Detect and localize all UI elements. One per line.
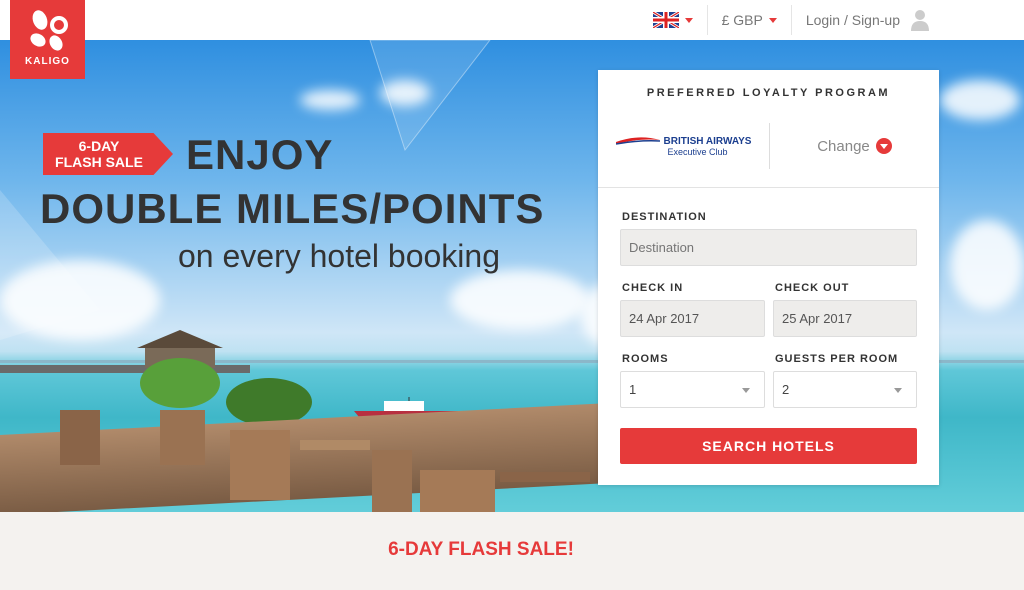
language-selector[interactable] xyxy=(639,5,707,35)
flash-sale-tag: 6-DAY FLASH SALE xyxy=(43,133,173,175)
guests-label: GUESTS PER ROOM xyxy=(775,353,899,365)
program-name: BRITISH AIRWAYS xyxy=(663,135,752,147)
divider xyxy=(598,187,939,188)
guests-select[interactable]: 2 xyxy=(773,371,917,408)
ba-speedmarque-icon xyxy=(615,137,660,145)
currency-label: £ GBP xyxy=(721,12,763,28)
kaligo-logo[interactable]: KALIGO xyxy=(10,0,85,79)
rooms-value: 1 xyxy=(629,382,637,397)
search-hotels-button[interactable]: SEARCH HOTELS xyxy=(620,428,917,464)
loyalty-title: PREFERRED LOYALTY PROGRAM xyxy=(646,87,891,99)
checkin-label: CHECK IN xyxy=(622,282,684,294)
booking-panel: PREFERRED LOYALTY PROGRAM BRITISH AIRWAY… xyxy=(598,70,939,485)
checkout-input[interactable]: 25 Apr 2017 xyxy=(773,300,917,337)
headline-subtitle: on every hotel booking xyxy=(178,238,500,274)
headline-enjoy: ENJOY xyxy=(186,131,334,178)
loyalty-program-row: BRITISH AIRWAYS Executive Club Change xyxy=(598,120,939,172)
flash-tag-line2: FLASH SALE xyxy=(55,154,143,170)
rooms-select[interactable]: 1 xyxy=(620,371,765,408)
change-program-button[interactable]: Change xyxy=(770,138,939,155)
flash-tag-line1: 6-DAY xyxy=(78,138,120,154)
kaligo-flower-icon xyxy=(29,10,68,51)
destination-input[interactable] xyxy=(620,229,917,266)
bottom-section: 6-DAY FLASH SALE! xyxy=(0,512,1024,590)
chevron-down-icon xyxy=(684,17,693,23)
currency-selector[interactable]: £ GBP xyxy=(706,5,791,35)
user-avatar-icon xyxy=(910,9,930,31)
chevron-down-icon xyxy=(768,17,777,23)
logo-text: KALIGO xyxy=(25,56,70,67)
change-label: Change xyxy=(817,137,870,155)
headline-double-miles: DOUBLE MILES/POINTS xyxy=(40,185,545,232)
program-sub: Executive Club xyxy=(667,146,728,157)
chevron-down-icon xyxy=(894,388,902,393)
guests-value: 2 xyxy=(782,382,790,397)
login-link[interactable]: Login / Sign-up xyxy=(790,5,1024,35)
top-bar: KALIGO £ GBP Login / Sign-up xyxy=(0,0,1024,79)
login-label: Login / Sign-up xyxy=(805,12,900,28)
checkin-input[interactable]: 24 Apr 2017 xyxy=(620,300,765,337)
top-nav: £ GBP Login / Sign-up xyxy=(639,0,1024,40)
british-airways-logo: BRITISH AIRWAYS Executive Club xyxy=(598,136,769,157)
uk-flag-icon xyxy=(652,12,679,28)
checkout-label: CHECK OUT xyxy=(775,282,850,294)
chevron-down-circle-icon xyxy=(875,138,892,154)
chevron-down-icon xyxy=(742,388,750,393)
flash-sale-heading: 6-DAY FLASH SALE! xyxy=(388,539,574,560)
decorative-triangle xyxy=(369,40,491,152)
rooms-label: ROOMS xyxy=(622,353,669,365)
destination-label: DESTINATION xyxy=(622,211,707,223)
